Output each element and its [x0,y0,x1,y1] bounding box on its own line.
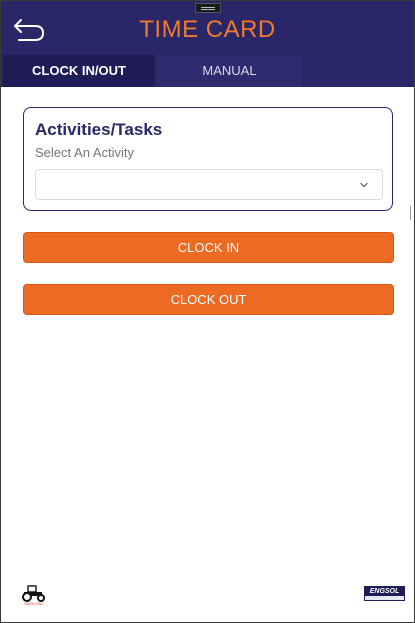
window-handle-icon[interactable] [195,3,221,13]
chevron-down-icon [360,182,368,188]
right-logo-text: ENGSOL [369,588,400,595]
activities-title: Activities/Tasks [35,120,163,139]
activities-subtitle: Select An Activity [35,145,134,160]
tab-manual[interactable]: MANUAL [157,55,302,87]
scrollbar-hint[interactable] [410,206,414,220]
app-header: TIME CARD CLOCK IN/OUT MANUAL [1,1,414,87]
right-logo-subbar [365,596,404,600]
tractor-graphic [22,585,45,602]
app-window: TIME CARD CLOCK IN/OUT MANUAL Activities… [0,0,415,623]
left-logo-text: SEEK-PAC [24,601,44,606]
clock-in-button[interactable]: CLOCK IN [23,232,394,263]
clock-out-button[interactable]: CLOCK OUT [23,284,394,315]
tab-clock-in-out[interactable]: CLOCK IN/OUT [3,55,155,87]
tractor-logo-icon: SEEK-PAC [20,584,48,608]
engsol-logo: ENGSOL [364,586,405,601]
tab-bar: CLOCK IN/OUT MANUAL [1,55,414,87]
activity-select[interactable] [35,169,383,200]
activities-card: Activities/Tasks Select An Activity [23,107,393,211]
page-title: TIME CARD [139,16,276,43]
